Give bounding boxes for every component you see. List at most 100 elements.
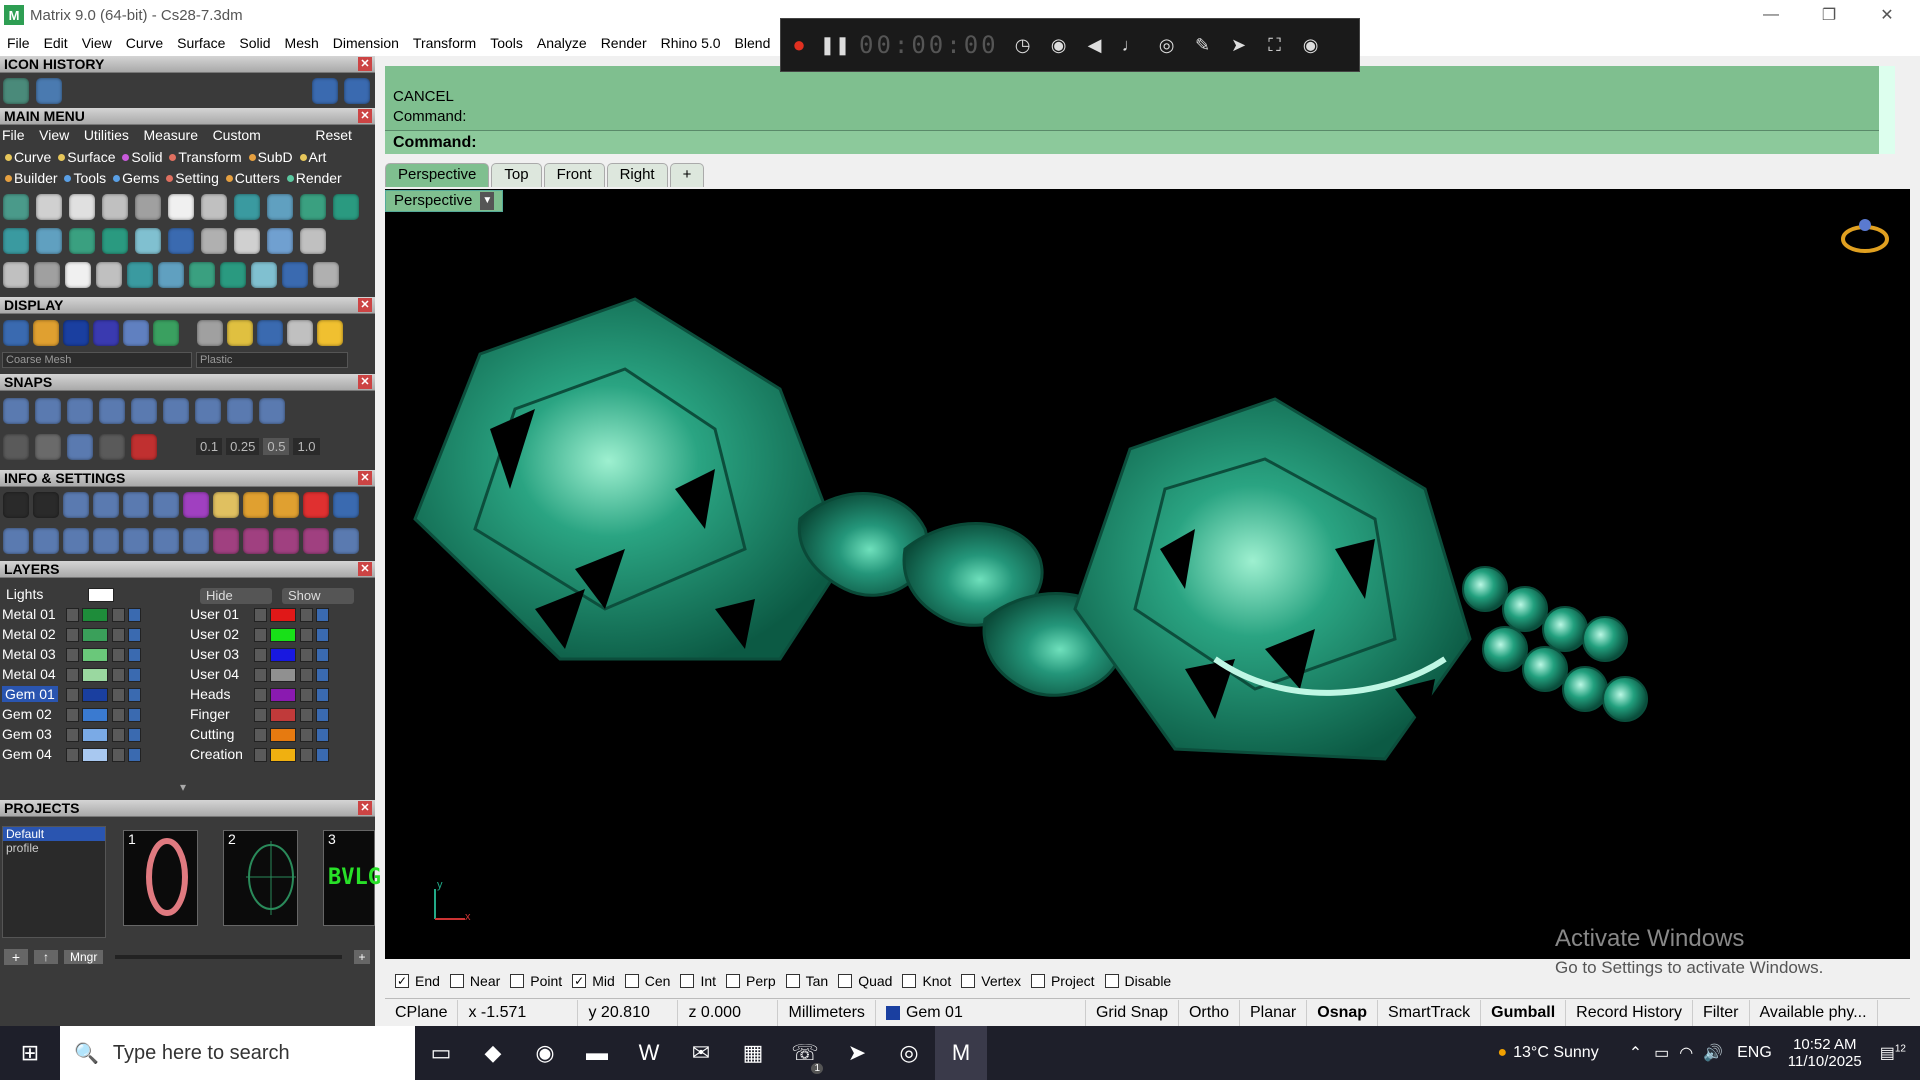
add-tab-icon[interactable]: + — [669, 163, 705, 187]
tool-icon[interactable] — [300, 194, 326, 220]
tool-icon[interactable] — [3, 194, 29, 220]
expand-arrow-icon[interactable] — [254, 628, 267, 642]
hide-button[interactable]: Hide — [200, 588, 272, 604]
shading-icon[interactable] — [197, 320, 223, 346]
osnap-quad[interactable]: Quad — [838, 973, 892, 989]
chevron-up-icon[interactable]: ⌃ — [1629, 1043, 1642, 1063]
close-icon[interactable]: ✕ — [358, 57, 372, 71]
matrix-taskbar-icon[interactable]: M — [935, 1026, 987, 1080]
layer-left-name[interactable]: Metal 01 — [2, 606, 56, 622]
tab-perspective[interactable]: Perspective — [385, 163, 490, 187]
tool-icon[interactable] — [168, 194, 194, 220]
expand-arrow-icon[interactable] — [254, 748, 267, 762]
snap-icon[interactable] — [195, 398, 221, 424]
snap-icon[interactable] — [131, 398, 157, 424]
menu-dimension[interactable]: Dimension — [326, 35, 406, 51]
lock-icon[interactable] — [112, 688, 125, 702]
layer-left-name[interactable]: Metal 04 — [2, 666, 56, 682]
setting-icon[interactable] — [93, 492, 119, 518]
status-toggle-record-history[interactable]: Record History — [1566, 999, 1693, 1026]
layer-color-swatch[interactable] — [82, 728, 108, 742]
arrow-left-icon[interactable] — [312, 78, 338, 104]
transform-tool-icon[interactable] — [34, 262, 60, 288]
ring-view-icon[interactable] — [1840, 217, 1890, 257]
expand-arrow-icon[interactable] — [254, 708, 267, 722]
eye-icon[interactable]: ◉ — [1293, 27, 1329, 63]
webcam-icon[interactable]: ◉ — [1041, 27, 1077, 63]
shading-icon[interactable] — [227, 320, 253, 346]
setting-icon[interactable] — [303, 492, 329, 518]
layer-right-name[interactable]: Finger — [190, 706, 230, 722]
expand-arrow-icon[interactable] — [66, 648, 79, 662]
layer-color-swatch[interactable] — [270, 708, 296, 722]
transform-tool-icon[interactable] — [65, 262, 91, 288]
snap-icon[interactable] — [99, 398, 125, 424]
mm-setting[interactable]: Setting — [163, 170, 219, 186]
status-layer[interactable]: Gem 01 — [876, 999, 1086, 1026]
visibility-icon[interactable] — [316, 688, 329, 702]
outlook-icon[interactable]: ✉ — [675, 1026, 727, 1080]
minimize-button[interactable]: — — [1742, 0, 1800, 30]
layer-color-swatch[interactable] — [82, 608, 108, 622]
wifi-icon[interactable]: ◠ — [1679, 1043, 1693, 1063]
transform-tool-icon[interactable] — [282, 262, 308, 288]
manager-button[interactable]: Mngr — [64, 950, 104, 964]
osnap-perp[interactable]: Perp — [726, 973, 776, 989]
close-icon[interactable]: ✕ — [358, 298, 372, 312]
clock[interactable]: 10:52 AM 11/10/2025 — [1788, 1036, 1862, 1070]
up-arrow-icon[interactable]: ↑ — [34, 950, 58, 964]
layer-left-name[interactable]: Gem 01 — [2, 686, 58, 702]
lock-icon[interactable] — [300, 728, 313, 742]
tool-icon[interactable] — [234, 194, 260, 220]
checkbox[interactable]: ✓ — [572, 974, 587, 988]
transform-tool-icon[interactable] — [251, 262, 277, 288]
info-icon[interactable] — [243, 528, 269, 554]
viewport-label[interactable]: Perspective ▼ — [385, 190, 504, 212]
dropdown-caret-icon[interactable]: ▼ — [480, 192, 495, 210]
status-toggle-smarttrack[interactable]: SmartTrack — [1378, 999, 1482, 1026]
mesh-dropdown[interactable]: Coarse Mesh — [2, 352, 192, 368]
checkbox[interactable] — [785, 974, 800, 988]
profile-list[interactable]: Default profile — [2, 826, 106, 938]
expand-arrow-icon[interactable] — [254, 668, 267, 682]
project-slot-2[interactable]: 2 — [223, 830, 298, 926]
visibility-icon[interactable] — [128, 608, 141, 622]
menu-file[interactable]: File — [0, 35, 37, 51]
expand-arrow-icon[interactable] — [66, 688, 79, 702]
info-icon[interactable] — [213, 528, 239, 554]
status-units[interactable]: Millimeters — [778, 999, 876, 1026]
lock-icon[interactable] — [112, 608, 125, 622]
mm-tools[interactable]: Tools — [61, 170, 106, 186]
info-icon[interactable] — [33, 528, 59, 554]
lock-icon[interactable] — [300, 628, 313, 642]
status-toggle-grid-snap[interactable]: Grid Snap — [1086, 999, 1179, 1026]
close-icon[interactable]: ✕ — [358, 562, 372, 576]
visibility-icon[interactable] — [128, 708, 141, 722]
tool-icon[interactable] — [267, 194, 293, 220]
tool-icon[interactable] — [333, 194, 359, 220]
speaker-icon[interactable]: ◀ — [1077, 27, 1113, 63]
shading-icon[interactable] — [317, 320, 343, 346]
setting-icon[interactable] — [3, 492, 29, 518]
display-mode-icon[interactable] — [3, 320, 29, 346]
microphone-icon[interactable]: ♩ — [1113, 27, 1149, 63]
mm-builder[interactable]: Builder — [2, 170, 58, 186]
osnap-cen[interactable]: Cen — [624, 973, 670, 989]
mm-art[interactable]: Art — [297, 149, 326, 165]
display-mode-icon[interactable] — [123, 320, 149, 346]
menu-mesh[interactable]: Mesh — [278, 35, 326, 51]
tool-icon[interactable] — [135, 228, 161, 254]
layer-left-name[interactable]: Metal 03 — [2, 646, 56, 662]
mm-transform[interactable]: Transform — [166, 149, 242, 165]
command-input[interactable]: Command: — [385, 130, 1895, 154]
tool-icon[interactable] — [36, 228, 62, 254]
snap-icon[interactable] — [67, 398, 93, 424]
info-icon[interactable] — [63, 528, 89, 554]
chrome-icon[interactable]: ◎ — [883, 1026, 935, 1080]
mm-curve[interactable]: Curve — [2, 149, 51, 165]
battery-icon[interactable]: ▭ — [1654, 1043, 1669, 1063]
lock-icon[interactable] — [300, 668, 313, 682]
transform-tool-icon[interactable] — [96, 262, 122, 288]
checkbox[interactable] — [1104, 974, 1119, 988]
transform-tool-icon[interactable] — [220, 262, 246, 288]
